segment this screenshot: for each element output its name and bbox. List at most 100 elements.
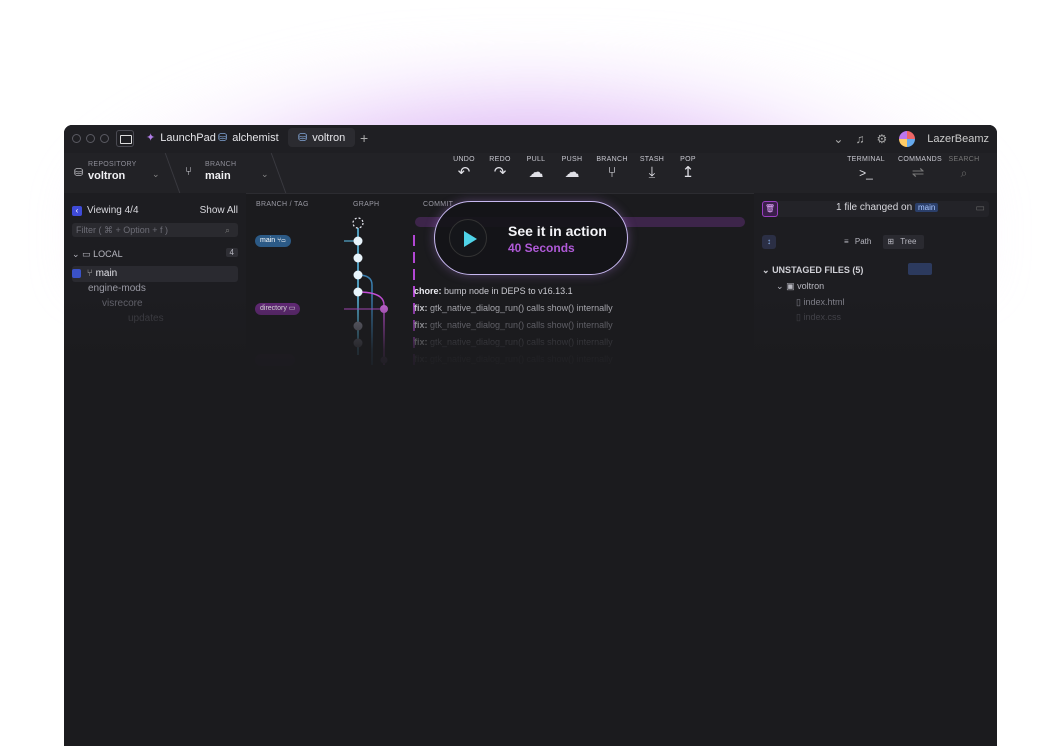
ref-label: directory [260, 305, 287, 312]
commit-type: fix: [414, 337, 428, 347]
graph-node [353, 270, 363, 280]
tab-alchemist[interactable]: ⛁ alchemist [218, 131, 279, 145]
ref-faded[interactable] [255, 354, 295, 366]
viewing-header[interactable]: ‹ Viewing 4/4 [72, 205, 139, 216]
branch-icon: ⑂ [86, 268, 93, 279]
stage-all-button[interactable] [908, 263, 932, 275]
tab-launchpad[interactable]: ✦ LaunchPad [146, 131, 216, 145]
chevron-left-icon[interactable]: ‹ [72, 205, 82, 216]
filter-placeholder: Filter ( ⌘ + Option + f ) [76, 225, 169, 235]
commit-row[interactable]: fix: gtk_native_dialog_run() calls show(… [414, 320, 613, 330]
commit-message: bump node in DEPS to v16.13.1 [441, 286, 573, 296]
search-icon: ⌕ [960, 166, 968, 180]
video-cta[interactable]: See it in action 40 Seconds [434, 201, 628, 275]
search-button[interactable]: SEARCH ⌕ [944, 156, 984, 181]
commit-type: fix: [414, 354, 428, 364]
commit-row[interactable]: chore: bump node in DEPS to v16.13.1 [414, 286, 573, 296]
redo-icon: ↷ [493, 164, 507, 181]
row-marker [413, 235, 415, 246]
graph-node [353, 253, 363, 263]
commit-row[interactable]: fix: gtk_native_dialog_run() calls show(… [414, 337, 613, 347]
graph-node [380, 305, 388, 313]
branch-label: updates [128, 313, 164, 324]
username[interactable]: LazerBeamz [927, 133, 989, 145]
graph-header: GRAPH [353, 201, 380, 208]
commit-message: gtk_native_dialog_run() calls show() int… [427, 320, 613, 330]
commands-icon: ⇌ [911, 164, 925, 181]
file-row[interactable]: ▯ index.css [796, 312, 841, 323]
local-label: LOCAL [93, 249, 123, 259]
ref-main[interactable]: main ⑂▭ [255, 235, 291, 247]
branch-item-visrecore[interactable]: visrecore [72, 296, 238, 312]
commit-message: gtk_native_dialog_run() calls show() int… [427, 303, 613, 313]
pop-label: POP [680, 156, 696, 163]
commands-button[interactable]: COMMANDS ⇌ [898, 156, 942, 181]
play-icon[interactable] [449, 219, 487, 257]
ref-directory[interactable]: directory ▭ [255, 303, 301, 315]
chevron-down-icon: ⌄ [776, 281, 784, 291]
chevron-down-icon: ⌄ [72, 249, 80, 259]
push-button[interactable]: PUSH ☁ [552, 156, 592, 181]
branch-icon: ⑂▭ [277, 237, 286, 244]
file-row[interactable]: ▯ index.html [796, 297, 845, 308]
folder-label: voltron [797, 281, 825, 291]
branch-button[interactable]: BRANCH ⑂ [592, 156, 632, 181]
pull-button[interactable]: PULL ☁ [516, 156, 556, 181]
path-toggle[interactable]: ≡ Path [840, 235, 879, 249]
unstaged-header[interactable]: ⌄ UNSTAGED FILES (5) [762, 265, 863, 276]
branch-label: visrecore [102, 298, 143, 309]
repository-label: REPOSITORY [88, 161, 137, 168]
commit-type: fix: [414, 320, 428, 330]
empty-area [64, 380, 997, 746]
cloud-download-icon: ☁ [528, 164, 544, 181]
tab-voltron[interactable]: ⛁ voltron [288, 128, 356, 147]
branch-select[interactable]: main [205, 170, 231, 182]
arrow-down-icon: ⤓ [648, 164, 656, 181]
title-bar: ✦ LaunchPad ⛁ alchemist ⛁ voltron + ⌄ ♫ … [64, 125, 997, 153]
branch-item-updates[interactable]: updates [72, 311, 238, 327]
toolbar: ⛁ REPOSITORY voltron ⌄ ⑂ BRANCH main ⌄ U… [64, 153, 997, 194]
chevron-down-icon: ⌄ [762, 265, 770, 275]
bell-icon[interactable]: ♫ [855, 132, 864, 146]
stash-button[interactable]: STASH ⤓ [632, 156, 672, 181]
folder-row[interactable]: ⌄ ▣ voltron [776, 281, 824, 292]
branch-item-engine-mods[interactable]: engine-mods [72, 281, 238, 297]
ref-label: main [260, 237, 276, 244]
graph-node [353, 287, 363, 297]
view-toggle[interactable]: ≡ Path ⊞ Tree [840, 235, 925, 249]
redo-button[interactable]: REDO ↷ [480, 156, 520, 181]
pull-label: PULL [526, 156, 546, 163]
sort-icon[interactable]: ↕ [762, 235, 776, 249]
show-all-button[interactable]: Show All [200, 205, 238, 216]
folder-icon[interactable] [116, 130, 134, 147]
commit-row[interactable]: fix: gtk_native_dialog_run() calls show(… [414, 354, 613, 364]
branch-item-main[interactable]: ⑂ main [72, 266, 238, 282]
video-title: See it in action [508, 223, 607, 239]
local-count: 4 [225, 248, 238, 257]
pop-button[interactable]: POP ↥ [668, 156, 708, 181]
undo-button[interactable]: UNDO ↶ [444, 156, 484, 181]
commit-row[interactable]: fix: gtk_native_dialog_run() calls show(… [414, 303, 613, 313]
repository-select[interactable]: voltron [88, 170, 125, 182]
terminal-icon: >_ [859, 166, 873, 180]
window-controls[interactable] [72, 134, 109, 143]
filter-input[interactable]: Filter ( ⌘ + Option + f ) ⌕ [72, 223, 238, 237]
panel-toggle-icon[interactable]: ▭ [976, 203, 985, 214]
trash-icon[interactable]: 🗑 [762, 201, 778, 217]
database-icon: ⛁ [218, 132, 228, 144]
files-changed: 1 file changed on main [836, 202, 939, 213]
local-section[interactable]: ⌄ ▭ LOCAL 4 [72, 248, 238, 260]
unstaged-label: UNSTAGED FILES (5) [772, 265, 864, 275]
new-tab-button[interactable]: + [360, 130, 368, 146]
arrow-up-icon: ↥ [681, 164, 695, 181]
database-icon: ⛁ [74, 167, 84, 179]
tree-toggle[interactable]: ⊞ Tree [883, 235, 925, 249]
terminal-button[interactable]: TERMINAL >_ [846, 156, 886, 181]
avatar[interactable] [899, 131, 916, 147]
checkbox-icon[interactable] [72, 268, 81, 278]
chevron-down-icon[interactable]: ⌄ [833, 132, 843, 146]
app-window: ✦ LaunchPad ⛁ alchemist ⛁ voltron + ⌄ ♫ … [64, 125, 997, 746]
branch-tag-header: BRANCH / TAG [256, 201, 309, 208]
gear-icon[interactable]: ⚙ [876, 132, 887, 146]
database-icon: ⛁ [298, 132, 308, 144]
